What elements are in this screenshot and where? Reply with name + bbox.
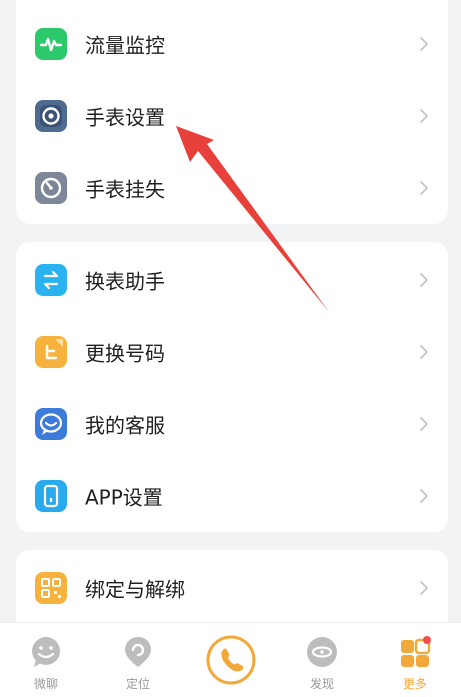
- customer-service-icon: [35, 408, 67, 440]
- tab-more[interactable]: 更多: [369, 623, 461, 697]
- menu-item-label: 我的客服: [85, 413, 165, 438]
- chevron-right-icon: [420, 109, 428, 123]
- discover-eye-icon: [307, 637, 337, 667]
- tab-discover[interactable]: 发现: [276, 623, 368, 697]
- watch-lost-icon: [35, 172, 67, 204]
- menu-item-watch-settings[interactable]: 手表设置: [16, 80, 448, 152]
- menu-item-customer-service[interactable]: 我的客服: [16, 388, 448, 460]
- chevron-right-icon: [420, 37, 428, 51]
- switch-watch-icon: [35, 264, 67, 296]
- menu-item-label: 换表助手: [85, 269, 165, 294]
- chevron-right-icon: [420, 489, 428, 503]
- menu-item-label: 流量监控: [85, 33, 165, 58]
- menu-item-watch-lost[interactable]: 手表挂失: [16, 152, 448, 224]
- menu-item-switch-watch[interactable]: 换表助手: [16, 244, 448, 316]
- chevron-right-icon: [420, 273, 428, 287]
- tab-chat[interactable]: 微聊: [0, 623, 92, 697]
- watch-settings-icon: [35, 100, 67, 132]
- tab-label: 微聊: [33, 677, 58, 691]
- tab-label: 定位: [125, 677, 150, 691]
- bottom-tab-bar: 微聊 定位 发现 更多: [0, 622, 461, 697]
- app-settings-icon: [35, 480, 67, 512]
- menu-item-label: 更换号码: [85, 341, 165, 366]
- menu-item-app-settings[interactable]: APP设置: [16, 460, 448, 532]
- tab-label: 更多: [402, 677, 427, 691]
- tab-call[interactable]: [184, 623, 276, 697]
- menu-item-label: 绑定与解绑: [85, 577, 185, 602]
- settings-card-2: 换表助手 更换号码 我的客服 APP设置: [16, 242, 448, 532]
- chat-face-icon: [32, 637, 60, 667]
- activity-icon: [35, 28, 67, 60]
- qr-bind-icon: [35, 572, 67, 604]
- menu-item-change-number[interactable]: 更换号码: [16, 316, 448, 388]
- chevron-right-icon: [420, 181, 428, 195]
- chevron-right-icon: [420, 345, 428, 359]
- menu-item-label: 手表设置: [85, 105, 165, 130]
- change-number-icon: [35, 336, 67, 368]
- tab-location[interactable]: 定位: [92, 623, 184, 697]
- menu-item-traffic-monitor[interactable]: 流量监控: [16, 8, 448, 80]
- location-pin-icon: [125, 637, 151, 667]
- menu-item-bind-unbind[interactable]: 绑定与解绑: [16, 552, 448, 624]
- tab-label: 发现: [309, 677, 334, 691]
- menu-item-label: 手表挂失: [85, 177, 165, 202]
- menu-item-label: APP设置: [85, 485, 163, 510]
- chevron-right-icon: [420, 581, 428, 595]
- more-apps-icon: [401, 636, 431, 667]
- settings-card-1: 流量监控 手表设置 手表挂失: [16, 0, 448, 224]
- call-icon: [206, 635, 256, 685]
- chevron-right-icon: [420, 417, 428, 431]
